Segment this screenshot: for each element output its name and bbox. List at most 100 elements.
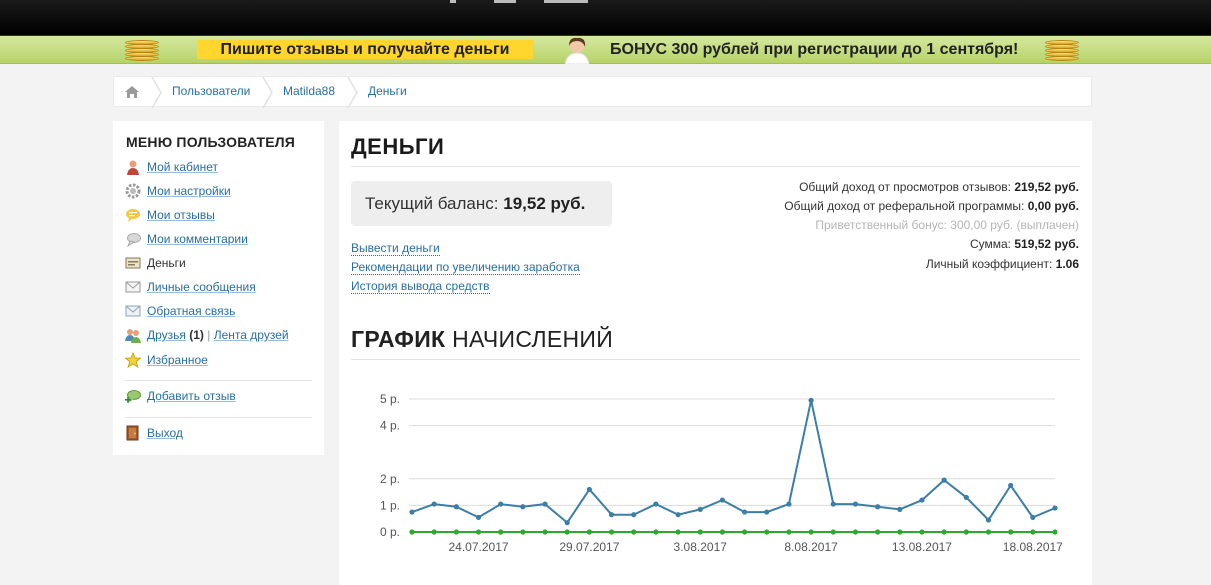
promo-left-text[interactable]: Пишите отзывы и получайте деньги	[197, 40, 533, 59]
earning-tips-link[interactable]: Рекомендации по увеличению заработка	[351, 260, 580, 275]
feedback-icon	[125, 305, 141, 317]
data-point	[1030, 529, 1036, 535]
data-point	[608, 529, 615, 535]
review-icon	[126, 208, 140, 222]
y-tick-label: 4 р.	[380, 419, 400, 433]
data-point	[498, 501, 504, 507]
breadcrumb-item-user[interactable]: Matilda88	[283, 77, 335, 108]
sidebar-item-friends[interactable]: Друзья (1) | Лента друзей	[125, 326, 289, 344]
title-divider	[351, 166, 1080, 167]
breadcrumb-item-users[interactable]: Пользователи	[172, 77, 250, 108]
data-point	[697, 529, 703, 535]
data-point	[764, 529, 770, 535]
add-review-icon	[125, 389, 141, 403]
data-point	[808, 529, 814, 535]
y-tick-label: 2 р.	[380, 472, 400, 486]
data-point	[542, 529, 548, 535]
data-point	[786, 529, 792, 535]
x-tick-label: 29.07.2017	[559, 540, 619, 554]
chart-title: ГРАФИК НАЧИСЛЕНИЙ	[351, 326, 614, 352]
sidebar-divider	[125, 417, 312, 418]
header-logo-fragment	[450, 0, 590, 4]
data-point	[675, 529, 681, 535]
data-point	[985, 517, 992, 523]
breadcrumb-item-money[interactable]: Деньги	[368, 77, 407, 108]
promo-banner[interactable]: Пишите отзывы и получайте деньги БОНУС 3…	[0, 36, 1211, 64]
data-point	[409, 509, 415, 515]
data-point	[564, 520, 570, 526]
top-header	[0, 0, 1211, 36]
sidebar-title: МЕНЮ ПОЛЬЗОВАТЕЛЯ	[126, 134, 296, 150]
data-point	[431, 501, 437, 507]
sidebar-item-favorites[interactable]: Избранное	[125, 351, 208, 369]
stat-reviews-income: Общий доход от просмотров отзывов: 219,5…	[799, 180, 1079, 194]
home-icon[interactable]	[124, 85, 140, 99]
data-point	[498, 529, 504, 535]
data-point	[653, 501, 659, 507]
data-point	[653, 529, 659, 535]
data-point	[985, 529, 992, 535]
data-point	[675, 512, 681, 518]
stat-welcome-bonus: Приветственный бонус: 300,00 руб. (выпла…	[815, 218, 1079, 232]
exit-door-icon	[126, 425, 139, 441]
series-line	[411, 400, 1056, 525]
sidebar-item-add-review[interactable]: Добавить отзыв	[125, 387, 236, 405]
data-point	[875, 529, 881, 535]
data-point	[1052, 505, 1058, 511]
balance-label: Текущий баланс:	[365, 194, 499, 213]
sidebar-item-settings[interactable]: Мои настройки	[125, 182, 231, 200]
sidebar-divider	[125, 380, 312, 381]
data-point	[431, 529, 437, 535]
data-point	[586, 486, 592, 493]
stat-referral-income: Общий доход от реферальной программы: 0,…	[784, 199, 1079, 213]
sidebar-item-logout[interactable]: Выход	[125, 424, 183, 442]
x-tick-label: 8.08.2017	[784, 540, 838, 554]
friends-feed-link[interactable]: Лента друзей	[214, 328, 289, 342]
data-point	[564, 529, 570, 535]
stat-total: Сумма: 519,52 руб.	[969, 237, 1079, 251]
sidebar-item-cabinet[interactable]: Мой кабинет	[125, 158, 218, 176]
page-title: ДЕНЬГИ	[351, 134, 445, 159]
x-tick-label: 3.08.2017	[674, 540, 728, 554]
sidebar-item-comments[interactable]: Мои комментарии	[125, 230, 248, 248]
sidebar-item-money[interactable]: Деньги	[125, 254, 186, 272]
promo-right-text[interactable]: БОНУС 300 рублей при регистрации до 1 се…	[610, 39, 1018, 61]
data-point	[1052, 529, 1058, 535]
withdrawal-history-link[interactable]: История вывода средств	[351, 279, 490, 294]
sidebar-item-messages[interactable]: Личные сообщения	[125, 278, 256, 296]
sidebar-item-feedback[interactable]: Обратная связь	[125, 302, 235, 320]
comment-icon	[127, 232, 141, 247]
x-tick-label: 13.08.2017	[892, 540, 952, 554]
data-point	[830, 529, 836, 535]
withdraw-money-link[interactable]: Вывести деньги	[351, 241, 440, 256]
data-point	[475, 514, 482, 520]
star-icon	[125, 351, 141, 368]
data-point	[608, 512, 615, 518]
data-point	[520, 529, 526, 535]
data-point	[897, 506, 903, 512]
gear-icon	[125, 183, 141, 199]
y-tick-label: 1 р.	[380, 498, 400, 512]
data-point	[453, 529, 459, 535]
data-point	[963, 494, 969, 501]
data-point	[409, 529, 415, 535]
friends-icon	[125, 328, 141, 343]
y-tick-label: 0 р.	[380, 525, 400, 539]
data-point	[453, 504, 459, 510]
data-point	[475, 529, 482, 535]
sidebar-item-reviews[interactable]: Мои отзывы	[125, 206, 215, 224]
friends-count: (1)	[189, 328, 204, 342]
data-point	[741, 529, 748, 535]
y-tick-label: 5 р.	[380, 392, 400, 406]
coins-icon	[1043, 40, 1081, 62]
data-point	[719, 529, 726, 535]
woman-avatar-icon	[564, 37, 590, 64]
data-point	[941, 529, 947, 535]
data-point	[697, 506, 703, 512]
data-point	[852, 501, 859, 507]
money-icon	[125, 257, 141, 269]
data-point	[764, 509, 770, 515]
breadcrumb-separator	[151, 77, 162, 108]
data-point	[963, 529, 969, 535]
data-point	[808, 397, 814, 403]
